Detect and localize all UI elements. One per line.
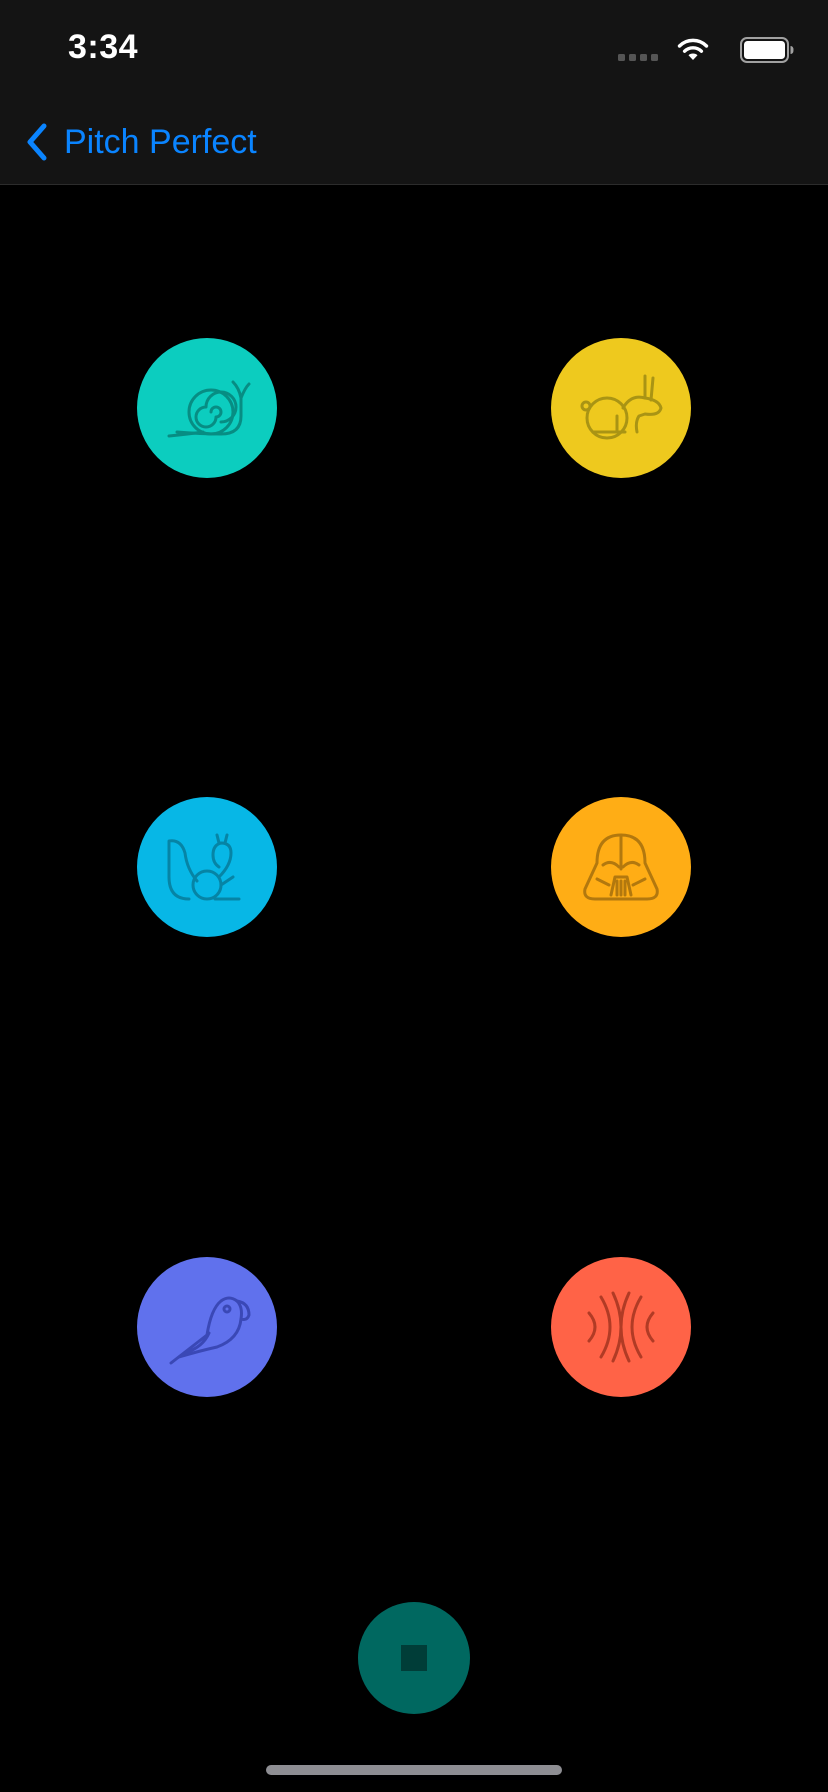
echo-effect-button[interactable]	[137, 1257, 277, 1397]
reverb-waves-icon	[587, 1291, 655, 1363]
navigation-bar: 3:34 Pitch Perfect	[0, 0, 828, 185]
rabbit-icon	[580, 374, 663, 440]
stop-icon	[401, 1645, 427, 1671]
snail-icon	[167, 380, 251, 438]
vader-effect-button[interactable]	[551, 797, 691, 937]
squirrel-icon	[167, 833, 241, 901]
wifi-icon	[677, 38, 709, 60]
status-time: 3:34	[68, 28, 139, 66]
fast-effect-button[interactable]	[551, 338, 691, 478]
slow-effect-button[interactable]	[137, 338, 277, 478]
reverb-effect-button[interactable]	[551, 1257, 691, 1397]
back-button-label: Pitch Perfect	[64, 122, 257, 161]
stop-button[interactable]	[358, 1602, 470, 1714]
home-indicator[interactable]	[266, 1765, 562, 1775]
chevron-left-icon	[27, 123, 47, 161]
status-icons	[594, 36, 794, 66]
chipmunk-effect-button[interactable]	[137, 797, 277, 937]
cellular-signal-icon	[618, 54, 658, 61]
back-button[interactable]: Pitch Perfect	[24, 120, 257, 164]
darth-vader-icon	[583, 833, 659, 901]
battery-full-icon	[740, 37, 794, 63]
parrot-icon	[169, 1296, 251, 1365]
